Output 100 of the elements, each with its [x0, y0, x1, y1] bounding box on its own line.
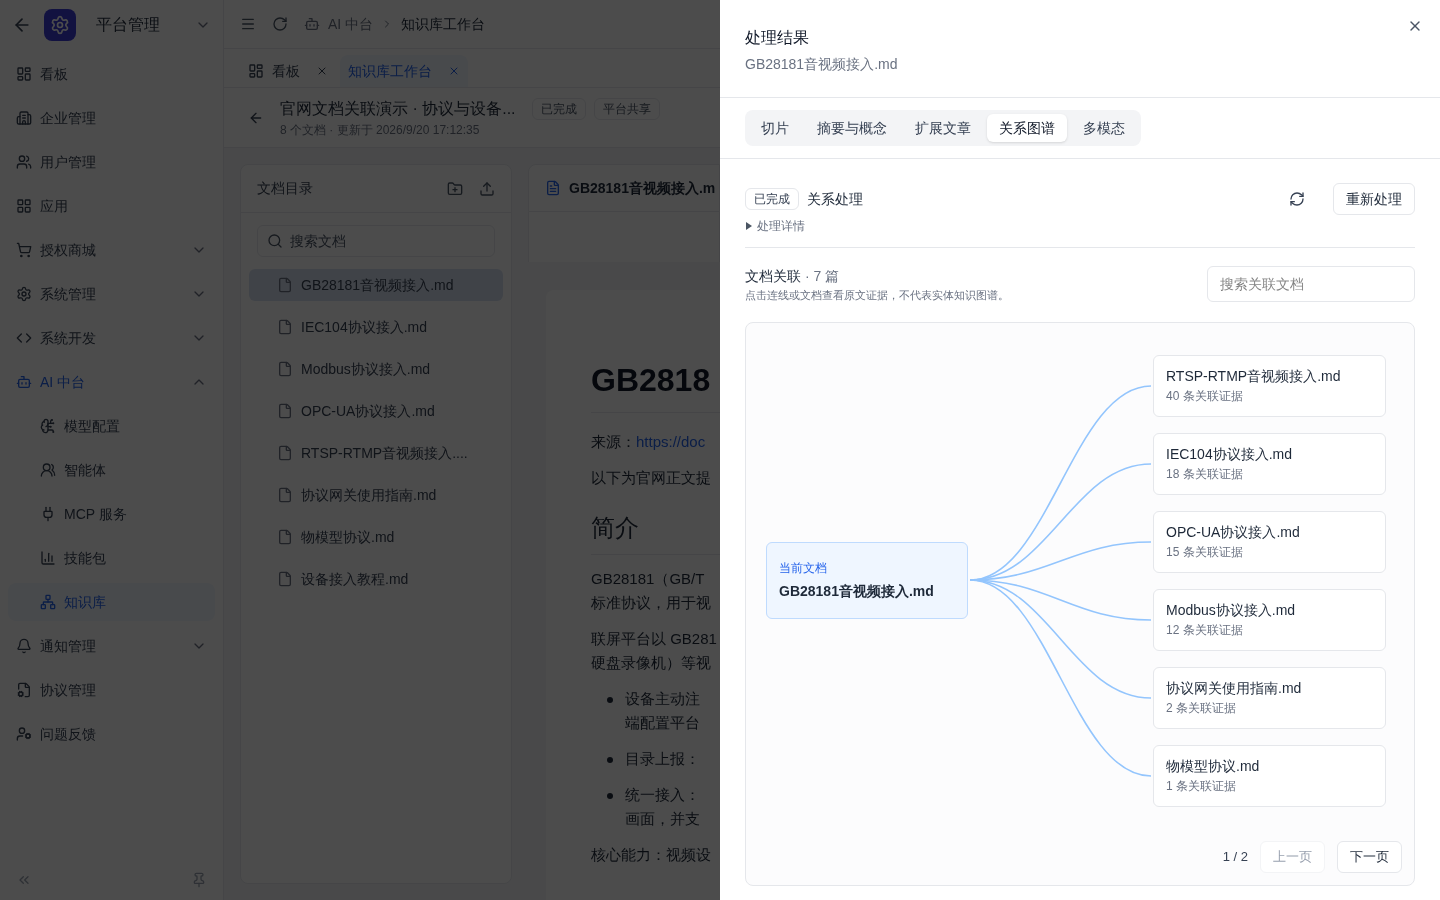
evidence-count: 12 条关联证据	[1166, 622, 1244, 639]
evidence-count: 18 条关联证据	[1166, 466, 1244, 483]
node-label: 当前文档	[779, 559, 828, 577]
page-tab[interactable]: 知识库工作台	[340, 55, 468, 87]
file-icon	[277, 529, 293, 545]
file-icon	[277, 445, 293, 461]
model-icon	[40, 418, 56, 434]
people-icon	[40, 462, 56, 478]
page-tab[interactable]: 看板	[240, 55, 336, 87]
nav-subitem[interactable]: 智能体	[8, 451, 215, 489]
bar-chart-icon	[40, 550, 56, 566]
file-icon	[277, 487, 293, 503]
nav-subitem[interactable]: 知识库	[8, 583, 215, 621]
node-title: OPC-UA协议接入.md	[1166, 523, 1301, 542]
node-title: Modbus协议接入.md	[1166, 601, 1297, 620]
file-icon	[277, 571, 293, 587]
related-doc-node[interactable]: OPC-UA协议接入.md 15 条关联证据	[1153, 510, 1386, 573]
file-gear-icon	[16, 682, 32, 698]
code-icon	[16, 330, 32, 346]
nav-item[interactable]: AI 中台	[8, 363, 215, 401]
node-title: RTSP-RTMP音视频接入.md	[1166, 367, 1342, 386]
settings-icon	[16, 286, 32, 302]
file-icon	[277, 361, 293, 377]
menu-icon[interactable]	[240, 16, 256, 32]
related-doc-node[interactable]: RTSP-RTMP音视频接入.md 40 条关联证据	[1153, 354, 1386, 417]
drawer-tab[interactable]: 关系图谱	[987, 114, 1067, 142]
dashboard-icon	[16, 66, 32, 82]
bell-icon	[16, 638, 32, 654]
drawer-title: 处理结果	[745, 28, 810, 48]
hint-text: 点击连线或文档查看原文证据，不代表实体知识图谱。	[745, 288, 1010, 303]
nav-item[interactable]: 看板	[8, 55, 215, 93]
drawer-subtitle: GB28181音视频接入.md	[745, 55, 899, 74]
page-title: 官网文档关联演示 · 协议与设备...	[280, 98, 516, 119]
caret-right-icon	[745, 222, 753, 230]
search-field[interactable]: 搜索关联文档	[1207, 266, 1415, 302]
related-doc-node[interactable]: IEC104协议接入.md 18 条关联证据	[1153, 432, 1386, 495]
nav-item[interactable]: 问题反馈	[8, 715, 215, 753]
node-title: 物模型协议.md	[1166, 757, 1261, 776]
breadcrumb-item: 知识库工作台	[401, 14, 486, 34]
task-label: 关系处理	[807, 189, 864, 209]
nav-item[interactable]: 系统开发	[8, 319, 215, 357]
preview-header: GB28181音视频接入.m	[528, 164, 720, 212]
search-icon	[267, 233, 283, 249]
robot-icon	[16, 374, 32, 390]
evidence-count: 1 条关联证据	[1166, 778, 1237, 795]
document-icon	[545, 180, 561, 196]
dashboard-icon	[248, 63, 264, 79]
bullet-text: 目录上报：	[625, 748, 700, 769]
drawer-tab[interactable]: 扩展文章	[903, 114, 983, 142]
upload-icon[interactable]	[479, 180, 495, 197]
evidence-count: 2 条关联证据	[1166, 700, 1237, 717]
status-tag: 已完成	[745, 188, 799, 210]
drawer-tab[interactable]: 切片	[749, 114, 801, 142]
nav-subitem[interactable]: 模型配置	[8, 407, 215, 445]
related-doc-node[interactable]: 协议网关使用指南.md 2 条关联证据	[1153, 666, 1386, 729]
user-gear-icon	[16, 726, 32, 742]
paragraph: 核心能力：视频设	[591, 844, 712, 865]
plug-icon	[40, 506, 56, 522]
source-line: 来源：https://doc	[591, 432, 707, 452]
node-title: IEC104协议接入.md	[1166, 445, 1294, 464]
evidence-count: 15 条关联证据	[1166, 544, 1244, 561]
bullet-icon	[607, 696, 613, 703]
new-folder-icon[interactable]	[447, 180, 463, 197]
bullet-text: 设备主动注 端配置平台	[625, 688, 700, 733]
robot-icon	[304, 16, 320, 32]
file-icon	[277, 403, 293, 419]
reprocess-button[interactable]: 重新处理	[1333, 183, 1415, 215]
paragraph: 以下为官网正文提	[591, 467, 712, 488]
related-doc-node[interactable]: Modbus协议接入.md 12 条关联证据	[1153, 588, 1386, 651]
workspace-title: 平台管理	[96, 14, 161, 35]
evidence-count: 40 条关联证据	[1166, 388, 1244, 405]
refresh-icon[interactable]	[1289, 191, 1305, 207]
source-link[interactable]: https://doc	[636, 433, 706, 450]
bullet-icon	[607, 756, 613, 763]
grid-icon	[16, 198, 32, 214]
pin-icon[interactable]	[191, 872, 207, 888]
users-icon	[16, 154, 32, 170]
node-title: 协议网关使用指南.md	[1166, 679, 1303, 698]
cart-icon	[16, 242, 32, 258]
nav-item[interactable]: 授权商城	[8, 231, 215, 269]
details-toggle[interactable]: 处理详情	[745, 217, 805, 235]
drawer-tab[interactable]: 多模态	[1071, 114, 1137, 142]
file-icon	[277, 277, 293, 293]
panel-title: 文档目录	[257, 179, 314, 198]
nav-subitem[interactable]: MCP 服务	[8, 495, 215, 533]
nav-item[interactable]: 应用	[8, 187, 215, 225]
page-indicator: 1 / 2	[1222, 848, 1248, 867]
paragraph: 联屏平台以 GB281 硬盘录像机）等视	[591, 628, 718, 673]
relation-count: · 7 篇	[805, 267, 840, 286]
bullet-icon	[607, 792, 613, 799]
section-title: 文档关联	[745, 267, 801, 286]
file-icon	[277, 319, 293, 335]
app-logo	[44, 8, 76, 41]
current-doc-node[interactable]: 当前文档 GB28181音视频接入.md	[766, 541, 968, 619]
next-page-button[interactable]: 下一页	[1337, 841, 1402, 873]
nav-subitem[interactable]: 技能包	[8, 539, 215, 577]
related-doc-node[interactable]: 物模型协议.md 1 条关联证据	[1153, 744, 1386, 807]
paragraph: GB28181（GB/T 标准协议，用于视	[591, 568, 712, 613]
drawer-tab[interactable]: 摘要与概念	[805, 114, 899, 142]
building-icon	[16, 110, 32, 126]
